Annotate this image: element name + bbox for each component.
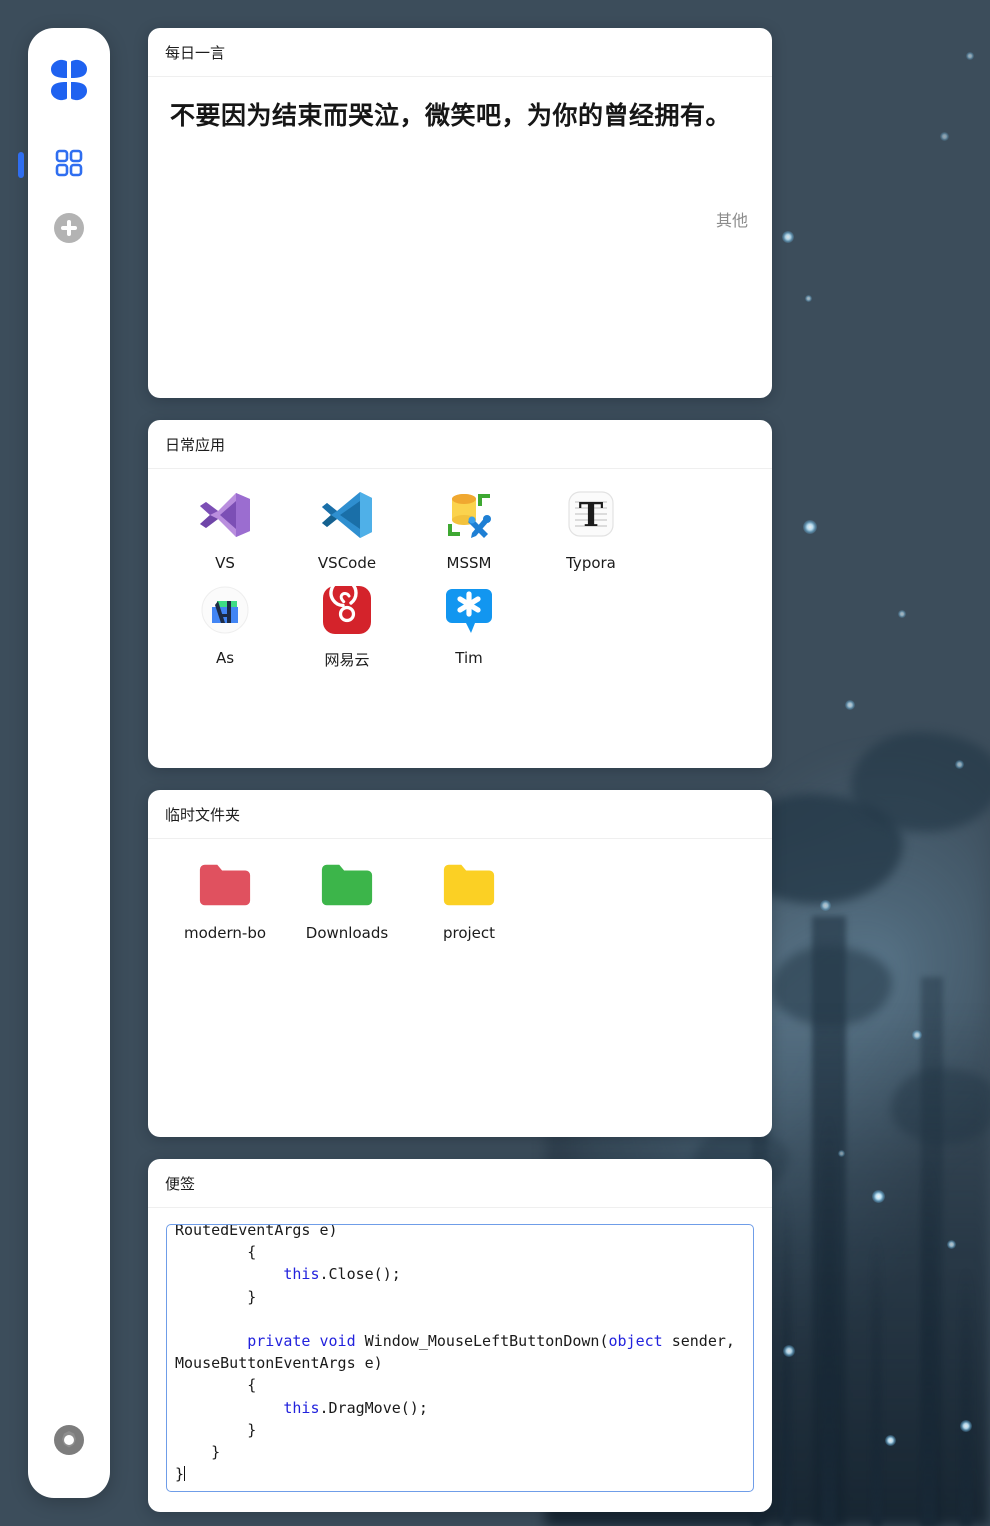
wallpaper-firefly (820, 900, 831, 911)
wallpaper-grass (871, 1236, 883, 1526)
card-title: 便签 (165, 1174, 196, 1193)
sidebar-nav (18, 141, 110, 189)
folder-label: project (442, 924, 496, 942)
folder-label: Downloads (305, 924, 389, 942)
add-widget-button[interactable] (52, 211, 86, 250)
wallpaper-firefly (782, 231, 794, 243)
card-body: 不要因为结束而哭泣，微笑吧，为你的曾经拥有。 其他 (148, 77, 772, 398)
app-label: As (215, 649, 235, 667)
wallpaper-firefly (783, 1345, 795, 1357)
wallpaper-firefly (872, 1190, 885, 1203)
sidebar-item-dashboard[interactable] (18, 141, 110, 189)
app-item-typora[interactable]: T Typora (530, 487, 652, 572)
quote-source: 其他 (715, 213, 748, 230)
android-studio-icon (197, 582, 253, 638)
wallpaper-foliage (851, 732, 990, 833)
folder-label: modern-bo (183, 924, 267, 942)
folders-card: 临时文件夹 modern-bo Downloads project (148, 790, 772, 1137)
sql-server-management-studio-icon (441, 487, 497, 543)
visual-studio-icon (197, 487, 253, 543)
wallpaper-grass (821, 1113, 836, 1526)
netease-music-icon (319, 582, 375, 638)
wallpaper-firefly (947, 1240, 956, 1249)
app-item-vscode[interactable]: VSCode (286, 487, 408, 572)
wallpaper-firefly (803, 520, 817, 534)
note-code-content[interactable]: RoutedEventArgs e) { this.Close(); } pri… (175, 1225, 745, 1485)
app-logo (47, 58, 91, 107)
app-label: Tim (455, 649, 483, 667)
grid-apps-icon (54, 148, 84, 183)
app-item-netease-music[interactable]: 网易云 (286, 582, 408, 670)
folder-icon (197, 857, 253, 913)
app-label: VS (215, 554, 235, 572)
svg-text:T: T (579, 495, 604, 534)
app-item-android-studio[interactable]: As (164, 582, 286, 670)
folder-item-downloads[interactable]: Downloads (286, 857, 408, 942)
wallpaper-firefly (838, 1150, 845, 1157)
wallpaper-firefly (885, 1435, 896, 1446)
app-label: MSSM (446, 554, 492, 572)
folder-item-project[interactable]: project (408, 857, 530, 942)
app-item-vs[interactable]: VS (164, 487, 286, 572)
tim-icon (441, 582, 497, 638)
wallpaper-grass (960, 1266, 973, 1526)
card-body: RoutedEventArgs e) { this.Close(); } pri… (148, 1208, 772, 1512)
quote-card: 每日一言 不要因为结束而哭泣，微笑吧，为你的曾经拥有。 其他 (148, 28, 772, 398)
folder-icon (441, 857, 497, 913)
folder-item-modern-bo[interactable]: modern-bo (164, 857, 286, 942)
card-body: VS VSCode MSSM T Typora As 网易云 Tim (148, 469, 772, 768)
widget-column: 每日一言 不要因为结束而哭泣，微笑吧，为你的曾经拥有。 其他 日常应用 VS V… (148, 28, 772, 1526)
notes-card: 便签 RoutedEventArgs e) { this.Close(); } … (148, 1159, 772, 1512)
wallpaper-grass (920, 1159, 936, 1526)
card-title: 每日一言 (165, 43, 226, 62)
app-item-tim[interactable]: Tim (408, 582, 530, 670)
app-label: Typora (566, 554, 616, 572)
app-grid: VS VSCode MSSM T Typora As 网易云 Tim (164, 487, 756, 680)
plus-circle-icon (54, 213, 84, 243)
sidebar (18, 28, 110, 1498)
card-title: 日常应用 (165, 435, 226, 454)
wallpaper-firefly (960, 1420, 972, 1432)
app-label: VSCode (317, 554, 377, 572)
folder-grid: modern-bo Downloads project (164, 857, 756, 952)
card-header: 临时文件夹 (148, 790, 772, 839)
active-indicator (18, 152, 24, 178)
wallpaper-firefly (805, 295, 812, 302)
wallpaper-grass (782, 1190, 793, 1526)
quote-text: 不要因为结束而哭泣，微笑吧，为你的曾经拥有。 (170, 101, 732, 130)
apps-card: 日常应用 VS VSCode MSSM T Typora As 网易云 Tim (148, 420, 772, 768)
folder-icon (319, 857, 375, 913)
wallpaper-firefly (898, 610, 906, 618)
app-label: 网易云 (324, 651, 370, 669)
gear-icon (54, 1425, 84, 1455)
wallpaper-firefly (955, 760, 964, 769)
app-item-mssm[interactable]: MSSM (408, 487, 530, 572)
card-header: 日常应用 (148, 420, 772, 469)
note-textarea[interactable]: RoutedEventArgs e) { this.Close(); } pri… (166, 1224, 754, 1492)
card-title: 临时文件夹 (165, 805, 241, 824)
wallpaper-firefly (966, 52, 974, 60)
wallpaper-firefly (845, 700, 855, 710)
card-header: 每日一言 (148, 28, 772, 77)
card-header: 便签 (148, 1159, 772, 1208)
settings-button[interactable] (52, 1423, 86, 1462)
typora-icon: T (563, 487, 619, 543)
wallpaper-firefly (912, 1030, 922, 1040)
wallpaper-firefly (940, 132, 949, 141)
vscode-icon (319, 487, 375, 543)
card-body: modern-bo Downloads project (148, 839, 772, 1137)
